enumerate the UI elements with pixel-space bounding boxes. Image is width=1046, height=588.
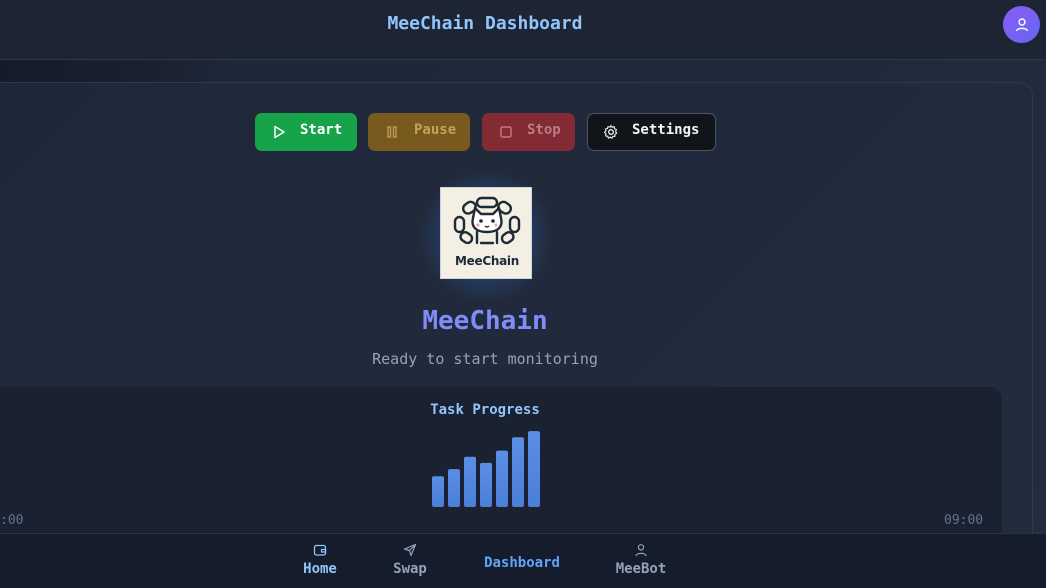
progress-bar [528,431,540,507]
stop-button[interactable]: Stop [482,113,575,151]
stop-icon [500,126,512,138]
status-message: Ready to start monitoring [372,350,598,368]
time-axis-start: :00 [0,513,24,528]
decorative-strip [0,60,230,82]
cat-chain-emblem-icon [453,196,521,245]
gear-icon [603,124,618,139]
task-progress-title: Task Progress [430,402,540,418]
stop-label: Stop [527,122,561,138]
pause-label: Pause [414,122,457,138]
pause-button[interactable]: Pause [368,113,470,151]
meechain-logo: MeeChain [440,187,532,279]
progress-bar [432,476,444,507]
nav-dashboard[interactable]: Dashboard [472,533,572,585]
pause-icon [387,126,397,138]
wallet-icon [313,544,327,556]
time-axis-end: 09:00 [944,513,984,528]
start-label: Start [300,122,343,138]
nav-meebot[interactable]: MeeBot [611,533,671,585]
app-title: MeeChain Dashboard [387,13,583,34]
start-button[interactable]: Start [255,113,357,151]
progress-bar [464,456,476,507]
progress-bar [480,462,492,507]
settings-button[interactable]: Settings [587,113,716,151]
user-icon [1015,17,1028,31]
brand-name: MeeChain [422,306,548,336]
user-icon [635,544,647,557]
task-progress-chart [432,431,540,507]
nav-home-label: Home [303,561,337,577]
progress-bar [512,437,524,507]
play-icon [274,125,285,139]
progress-bar [496,450,508,507]
progress-bar [448,469,460,507]
nav-dashboard-label: Dashboard [484,555,560,571]
settings-label: Settings [632,122,700,138]
nav-swap[interactable]: Swap [385,533,435,585]
nav-swap-label: Swap [393,561,427,577]
logo-wordmark: MeeChain [455,254,519,268]
nav-meebot-label: MeeBot [615,561,667,577]
user-avatar[interactable] [1003,6,1040,43]
top-bar: MeeChain Dashboard [0,0,1046,60]
send-icon [403,543,417,557]
nav-home[interactable]: Home [295,533,345,585]
